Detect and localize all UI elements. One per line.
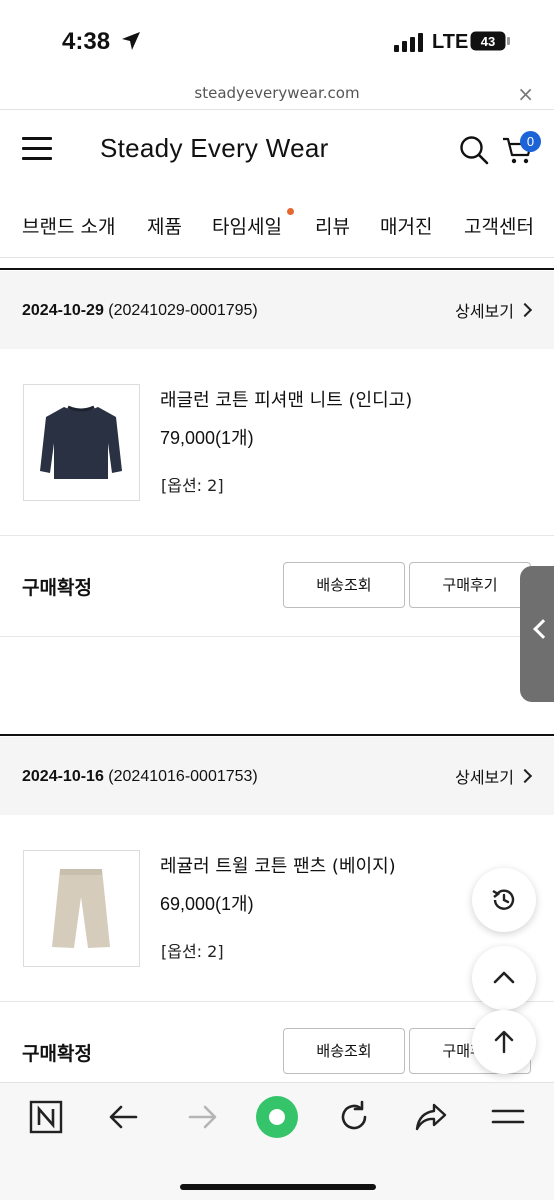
product-name[interactable]: 레귤러 트윌 코튼 팬츠 (베이지) [160, 852, 396, 878]
order-divider [0, 268, 554, 270]
green-dot-icon[interactable] [255, 1095, 299, 1139]
product-option: [옵션: 2] [161, 476, 224, 495]
battery-level: 43 [481, 34, 495, 49]
product-name[interactable]: 래글런 코튼 피셔맨 니트 (인디고) [160, 386, 412, 412]
new-dot [287, 208, 294, 215]
share-icon[interactable] [413, 1099, 449, 1135]
history-icon [492, 889, 515, 910]
nav-item-timesale[interactable]: 타임세일 [212, 212, 282, 239]
cart-count-badge: 0 [520, 131, 541, 152]
order-product: 래글런 코튼 피셔맨 니트 (인디고) 79,000(1개) [옵션: 2] [0, 350, 554, 536]
clock: 4:38 [62, 28, 111, 55]
sweater-image [40, 405, 122, 479]
back-icon[interactable] [106, 1099, 142, 1135]
track-delivery-button[interactable]: 배송조회 [283, 1028, 405, 1074]
status-bar: 4:38 LTE 43 [0, 0, 554, 80]
order-date: 2024-10-29 [22, 302, 104, 319]
order-status: 구매확정 [22, 1043, 92, 1065]
scroll-top-button[interactable] [472, 1010, 536, 1074]
url-bar[interactable]: steadyeverywear.com × [0, 80, 554, 110]
brand-logo[interactable]: Steady Every Wear [100, 133, 329, 164]
network-type: LTE [432, 31, 469, 53]
product-price: 79,000(1개) [160, 428, 254, 448]
history-button[interactable] [472, 868, 536, 932]
side-panel-tab[interactable] [520, 566, 554, 702]
naver-icon[interactable] [28, 1099, 64, 1135]
chevron-left-icon [533, 619, 553, 639]
detail-link[interactable]: 상세보기 [455, 764, 533, 788]
product-thumbnail[interactable] [23, 384, 140, 501]
order-number: (20241029-0001795) [108, 302, 258, 319]
reload-icon[interactable] [336, 1099, 372, 1135]
chevron-right-icon [517, 768, 533, 784]
product-thumbnail[interactable] [23, 850, 140, 967]
order-product: 레귤러 트윌 코튼 팬츠 (베이지) 69,000(1개) [옵션: 2] [0, 816, 554, 1002]
pants-image [52, 869, 110, 948]
close-icon[interactable]: × [517, 82, 534, 106]
order-number: (20241016-0001753) [108, 768, 258, 785]
detail-label[interactable]: 상세보기 [455, 302, 514, 321]
scroll-up-button[interactable] [472, 946, 536, 1010]
order-status-row: 구매확정 배송조회 구매후기 [0, 537, 554, 637]
chevron-up-icon [493, 971, 515, 984]
detail-label[interactable]: 상세보기 [455, 768, 514, 787]
product-option: [옵션: 2] [161, 942, 224, 961]
nav-item-magazine[interactable]: 매거진 [380, 212, 432, 239]
order-status: 구매확정 [22, 577, 92, 599]
forward-icon[interactable] [184, 1099, 220, 1135]
order-header: 2024-10-16 (20241016-0001753) 상세보기 [0, 737, 554, 815]
detail-link[interactable]: 상세보기 [455, 298, 533, 322]
battery-icon: 43 [470, 31, 510, 51]
order-divider [0, 734, 554, 736]
more-menu-icon[interactable] [490, 1099, 526, 1135]
order-date: 2024-10-16 [22, 768, 104, 785]
arrow-up-icon [494, 1030, 514, 1054]
nav-item-review[interactable]: 리뷰 [315, 212, 350, 239]
nav-item-brand[interactable]: 브랜드 소개 [22, 212, 115, 239]
nav-item-customer-center[interactable]: 고객센터 [464, 212, 534, 239]
chevron-right-icon [517, 302, 533, 318]
nav-item-products[interactable]: 제품 [147, 212, 182, 239]
write-review-button[interactable]: 구매후기 [409, 562, 531, 608]
menu-icon[interactable] [22, 137, 52, 161]
search-icon[interactable] [459, 135, 489, 165]
browser-toolbar [0, 1082, 554, 1200]
order-header: 2024-10-29 (20241029-0001795) 상세보기 [0, 271, 554, 349]
url-text[interactable]: steadyeverywear.com [0, 84, 554, 102]
location-arrow-icon [122, 32, 140, 50]
signal-icon [394, 33, 423, 52]
track-delivery-button[interactable]: 배송조회 [283, 562, 405, 608]
home-indicator [180, 1184, 376, 1190]
main-nav: 브랜드 소개 제품 타임세일 리뷰 매거진 고객센터 [0, 196, 554, 258]
site-header: Steady Every Wear 0 [0, 111, 554, 189]
product-price: 69,000(1개) [160, 894, 254, 914]
